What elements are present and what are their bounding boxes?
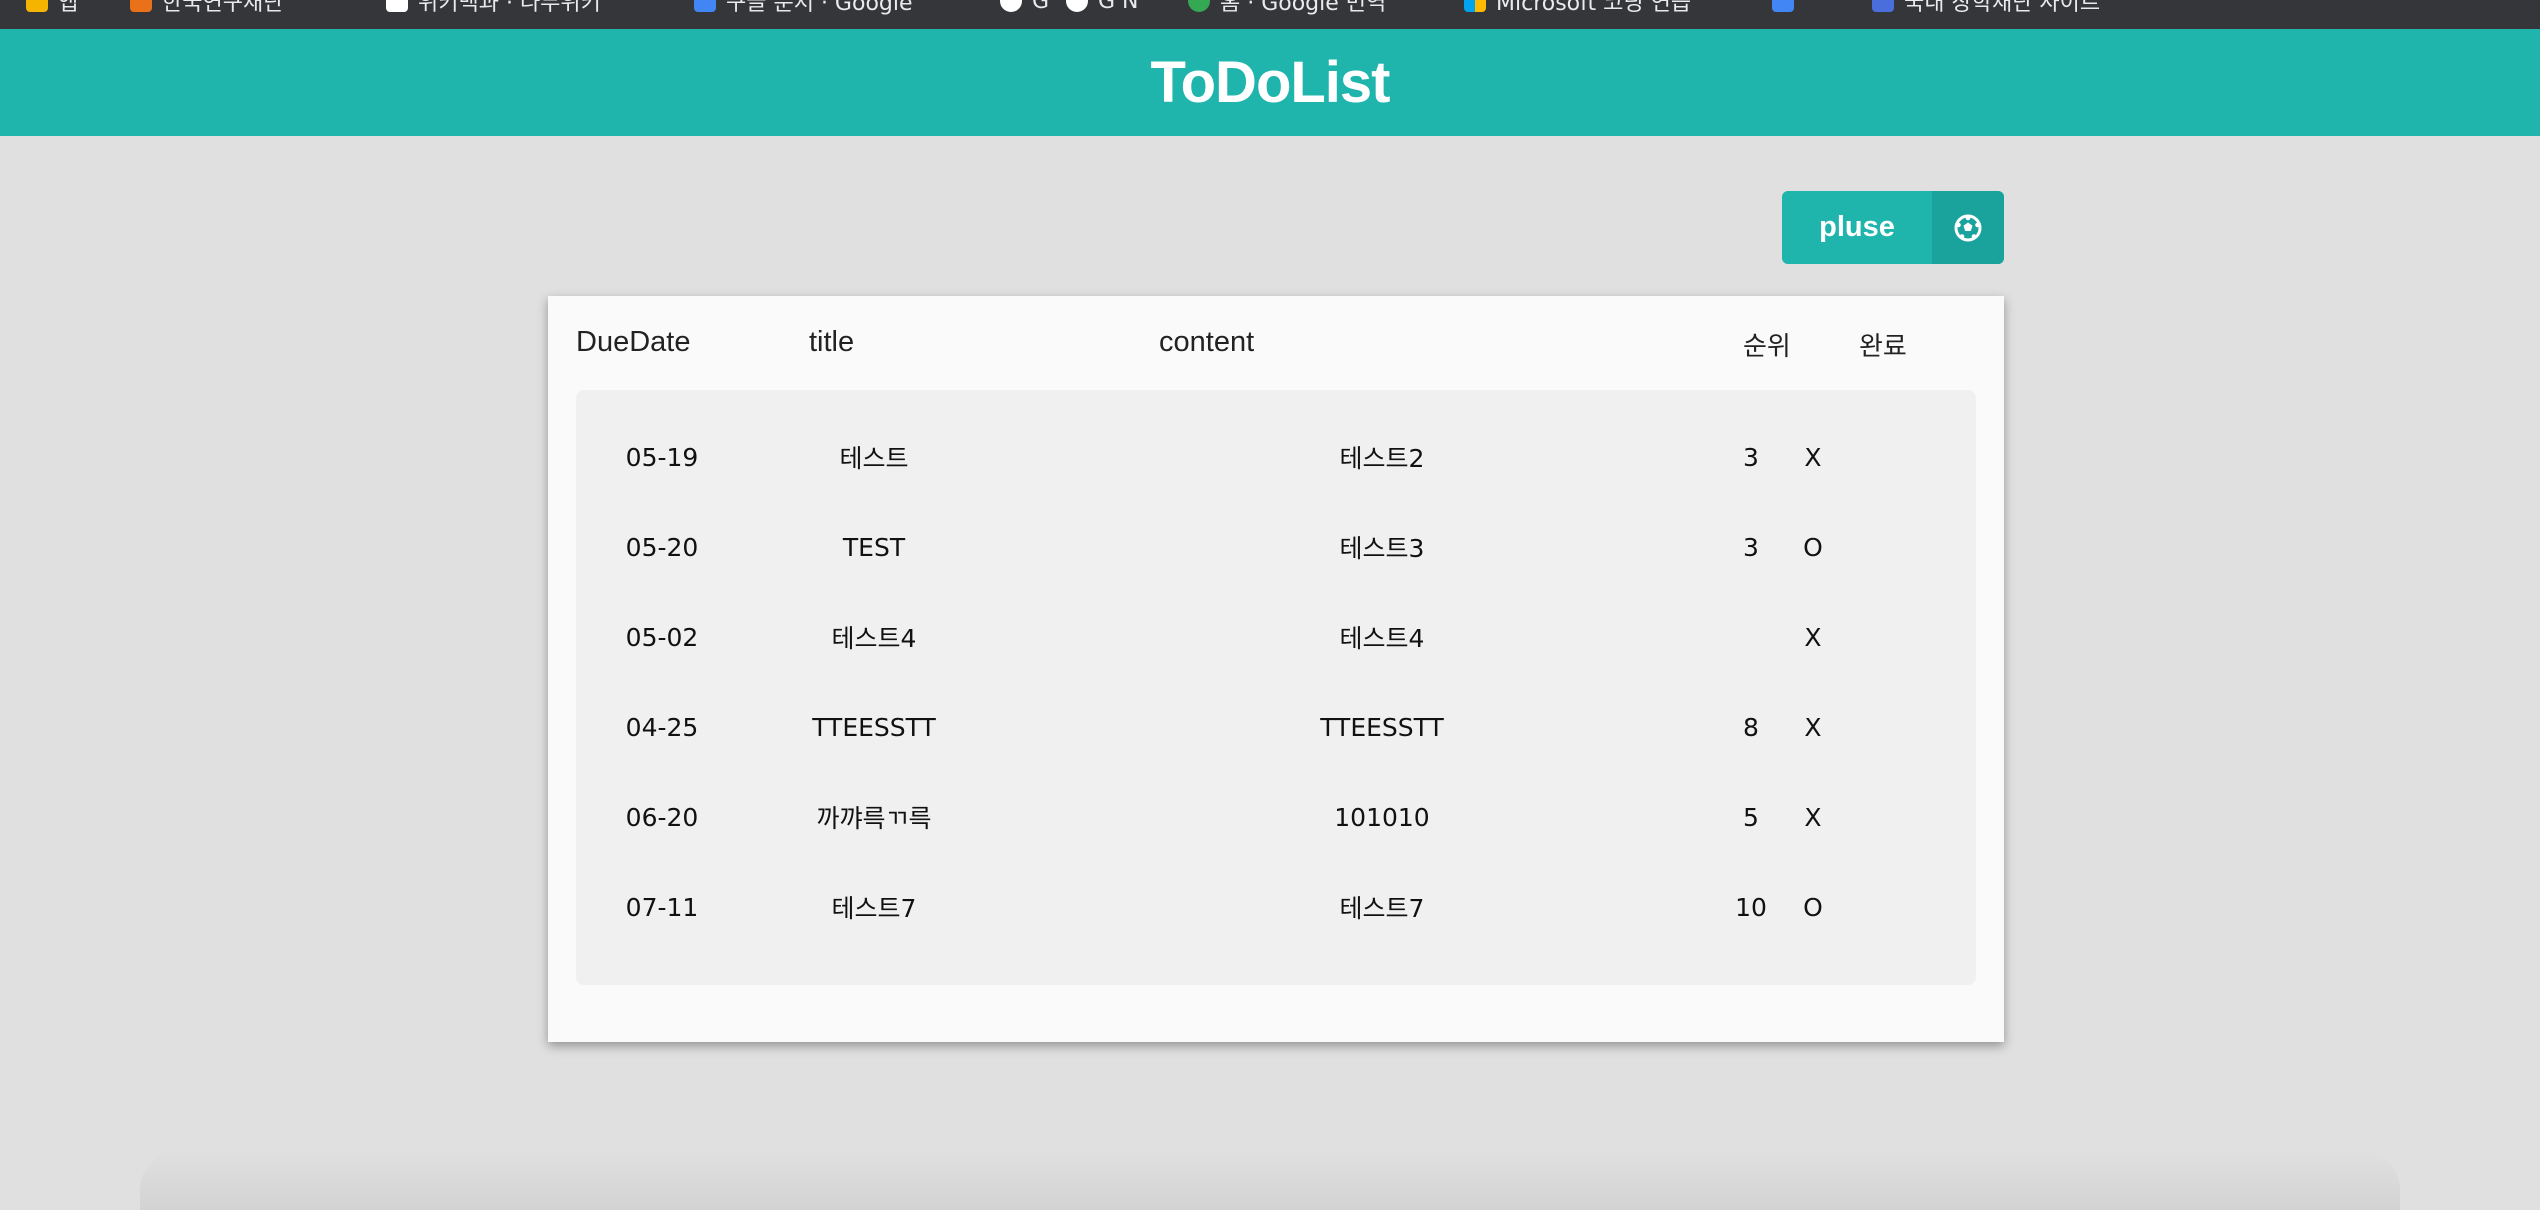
bookmark-label: G — [1032, 0, 1050, 14]
due-date-cell: 07-11 — [625, 892, 699, 922]
bookmark-item[interactable]: 한국연구재단 — [130, 0, 283, 16]
bookmark-label: 국내 장학재단 사이트 — [1904, 0, 2101, 16]
done-cell: X — [1804, 622, 1822, 652]
translate-icon — [1188, 0, 1210, 12]
docs-icon — [1772, 0, 1794, 12]
add-todo-label: pluse — [1819, 211, 1895, 243]
bookmark-favicon-icon — [130, 0, 152, 12]
table-row[interactable]: 04-25 TTEESSTT TTEESSTT 8 X — [576, 682, 1976, 772]
google-icon — [1000, 0, 1022, 12]
due-date-cell: 05-02 — [625, 622, 699, 652]
content-cell: 테스트4 — [1339, 624, 1425, 653]
done-cell: X — [1804, 442, 1822, 472]
table-row[interactable]: 05-02 테스트4 테스트4 X — [576, 592, 1976, 682]
soccer-ball-icon — [1932, 191, 2004, 264]
title-cell: TTEESSTT — [812, 712, 936, 742]
title-cell: TEST — [842, 532, 906, 562]
content-cell: 테스트3 — [1339, 534, 1425, 563]
microsoft-icon — [1464, 0, 1486, 12]
column-header-due-date[interactable]: DueDate — [576, 326, 690, 359]
bookmarks-bar: 앱 한국연구재단 위키백과 · 나무위키 구글 문서 · Google G G … — [0, 0, 2540, 29]
table-row[interactable]: 05-19 테스트 테스트2 3 X — [576, 412, 1976, 502]
content-cell: 101010 — [1334, 802, 1430, 832]
bookmark-label: 구글 문서 · Google — [726, 0, 913, 16]
due-date-cell: 06-20 — [625, 802, 699, 832]
table-row[interactable]: 07-11 테스트7 테스트7 10 O — [576, 862, 1976, 952]
rank-cell: 5 — [1743, 802, 1759, 832]
done-cell: X — [1804, 712, 1822, 742]
due-date-cell: 04-25 — [625, 712, 699, 742]
bookmark-favicon-icon — [1872, 0, 1894, 12]
bookmark-label: 한국연구재단 — [162, 0, 284, 16]
rank-cell: 3 — [1743, 532, 1759, 562]
done-cell: X — [1804, 802, 1822, 832]
content-cell: 테스트2 — [1339, 444, 1425, 473]
content-cell: 테스트7 — [1339, 894, 1425, 923]
due-date-cell: 05-20 — [625, 532, 699, 562]
bookmark-label: 홈 · Google 번역 — [1220, 0, 1387, 16]
bookmark-item[interactable]: G — [1000, 0, 1049, 16]
table-header: DueDate title content 순위 완료 — [548, 296, 2004, 390]
column-header-rank[interactable]: 순위 — [1743, 326, 1791, 363]
docs-icon — [694, 0, 716, 12]
title-cell: 까꺄륵ㄲ륵 — [816, 804, 932, 833]
bookmark-item[interactable]: 앱 — [26, 0, 78, 16]
app-header: ToDoList — [0, 29, 2540, 136]
table-row[interactable]: 05-20 TEST 테스트3 3 O — [576, 502, 1976, 592]
table-row[interactable]: 06-20 까꺄륵ㄲ륵 101010 5 X — [576, 772, 1976, 862]
column-header-content[interactable]: content — [1159, 326, 1254, 359]
column-header-title[interactable]: title — [809, 326, 854, 359]
bookmark-label: G N — [1098, 0, 1139, 14]
bottom-panel-edge — [140, 1150, 2400, 1210]
rank-cell: 3 — [1743, 442, 1759, 472]
done-cell: O — [1803, 532, 1823, 562]
bookmark-item[interactable] — [1772, 0, 1804, 16]
bookmark-item[interactable]: 국내 장학재단 사이트 — [1872, 0, 2100, 16]
bookmark-label: 앱 — [58, 0, 79, 16]
column-header-done[interactable]: 완료 — [1859, 326, 1907, 363]
content-cell: TTEESSTT — [1320, 712, 1444, 742]
todo-table-card: DueDate title content 순위 완료 05-19 테스트 테스… — [548, 296, 2004, 1042]
bookmark-item[interactable]: 구글 문서 · Google — [694, 0, 913, 16]
bookmark-item[interactable]: G N — [1066, 0, 1139, 16]
apps-icon — [26, 0, 48, 12]
rank-cell — [1716, 592, 1786, 682]
due-date-cell: 05-19 — [625, 442, 699, 472]
rank-cell: 10 — [1735, 892, 1767, 922]
bookmark-item[interactable]: Microsoft 코딩 연습 — [1464, 0, 1691, 16]
bookmark-label: Microsoft 코딩 연습 — [1496, 0, 1692, 16]
bookmark-favicon-icon — [386, 0, 408, 12]
bookmark-label: 위키백과 · 나무위키 — [418, 0, 601, 16]
title-cell: 테스트7 — [831, 894, 917, 923]
add-todo-button[interactable]: pluse — [1782, 191, 2004, 264]
bookmark-item[interactable]: 홈 · Google 번역 — [1188, 0, 1386, 16]
done-cell: O — [1803, 892, 1823, 922]
table-body: 05-19 테스트 테스트2 3 X 05-20 TEST 테스트3 3 O 0… — [576, 390, 1976, 985]
page-title: ToDoList — [1150, 50, 1391, 115]
bookmark-item[interactable]: 위키백과 · 나무위키 — [386, 0, 601, 16]
google-icon — [1066, 0, 1088, 12]
title-cell: 테스트 — [839, 444, 909, 473]
title-cell: 테스트4 — [831, 624, 917, 653]
rank-cell: 8 — [1743, 712, 1759, 742]
